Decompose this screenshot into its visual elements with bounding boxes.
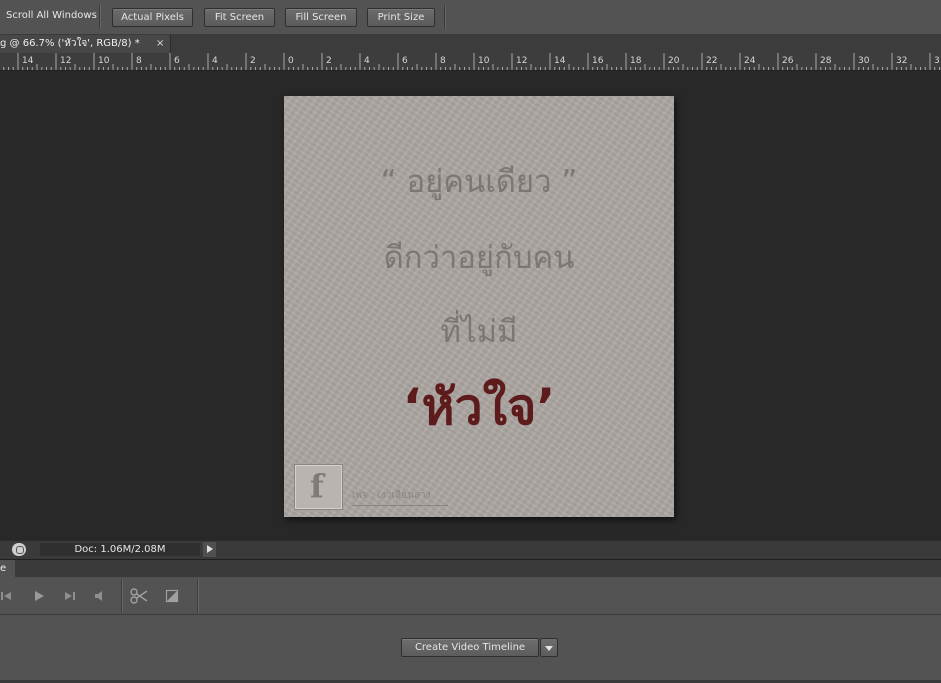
ruler-label: 20 [668,56,680,66]
ruler-label: 14 [22,56,34,66]
options-separator [444,5,446,29]
split-scissors-icon[interactable] [130,588,148,604]
ruler-label: 16 [592,56,604,66]
status-bar: Doc: 1.06M/2.08M [0,540,941,559]
quote-line-1: “ อยู่คนเดียว ” [380,164,578,200]
ruler-label: 24 [744,56,756,66]
audio-speaker-icon[interactable] [93,589,107,603]
ruler-label: 32 [896,56,907,66]
timeline-separator [197,579,199,613]
ruler-ticks: 14 12 10 8 6 4 2 0 2 4 6 8 10 12 14 16 18 20 22 24 26 28 30 32 3 [3,53,940,70]
go-to-first-frame-icon[interactable] [0,589,14,603]
ruler-label: 30 [858,56,870,66]
timeline-tab[interactable]: e [0,560,15,578]
play-icon[interactable] [32,589,46,603]
horizontal-ruler[interactable]: 14 12 10 8 6 4 2 0 2 4 6 8 10 12 14 16 18 20 22 24 26 28 30 32 3 [0,53,941,71]
ruler-label: 18 [630,56,642,66]
document-tab-title: g @ 66.7% ('หัวใจ', RGB/8) * [0,38,140,49]
timeline-panel: Create Video Timeline [0,577,941,683]
ruler-label: 22 [706,56,717,66]
document-tab-bar: g @ 66.7% ('หัวใจ', RGB/8) * × [0,35,941,53]
quote-line-3: ที่ไม่มี [440,314,518,350]
close-tab-icon[interactable]: × [156,35,164,53]
scroll-all-windows-label: Scroll All Windows [6,10,97,21]
ruler-label: 14 [554,56,566,66]
fit-screen-button[interactable]: Fit Screen [204,8,275,27]
ruler-label: 12 [60,56,71,66]
print-size-button[interactable]: Print Size [367,8,435,27]
timeline-tab-bar: e [0,559,941,578]
options-bar: Scroll All Windows Actual Pixels Fit Scr… [0,0,941,35]
ruler-label: 6 [402,56,408,66]
ruler-label: 6 [174,56,180,66]
ruler-label: 2 [326,56,332,66]
scroll-all-windows-option[interactable]: Scroll All Windows [6,10,97,21]
actual-pixels-button[interactable]: Actual Pixels [112,8,193,27]
status-menu-arrow-icon[interactable] [203,542,216,557]
ruler-label: 4 [364,56,370,66]
document-size-readout: Doc: 1.06M/2.08M [40,543,200,556]
ruler-label: 10 [98,56,110,66]
ruler-label: 4 [212,56,218,66]
ruler-label: 8 [440,56,446,66]
fill-screen-button[interactable]: Fill Screen [285,8,357,27]
quote-highlight: ‘หัวใจ’ [402,378,556,436]
ruler-label: 2 [250,56,256,66]
page-credit: เพจ : เงาเลือนลาง [352,488,448,506]
next-frame-icon[interactable] [63,589,77,603]
timeline-controls [0,577,941,615]
quote-line-2: ดีกว่าอยู่กับคน [383,240,575,276]
create-video-timeline-button[interactable]: Create Video Timeline [401,638,539,657]
ruler-label: 0 [288,56,294,66]
ruler-label: 10 [478,56,490,66]
ruler-label: 12 [516,56,527,66]
options-separator [99,5,101,29]
facebook-f-glyph: f [310,467,324,505]
transition-icon[interactable] [165,589,179,603]
timeline-separator [121,579,123,613]
ruler-label: 3 [934,56,940,66]
facebook-logo-icon: f [294,464,343,510]
ruler-label: 8 [136,56,142,66]
timeline-mode-dropdown[interactable] [540,638,558,657]
ruler-label: 26 [782,56,794,66]
status-info-icon[interactable] [12,543,26,556]
document-tab[interactable]: g @ 66.7% ('หัวใจ', RGB/8) * × [0,35,171,53]
document-canvas[interactable]: “ อยู่คนเดียว ” ดีกว่าอยู่กับคน ที่ไม่มี… [284,96,674,517]
ruler-label: 28 [820,56,832,66]
